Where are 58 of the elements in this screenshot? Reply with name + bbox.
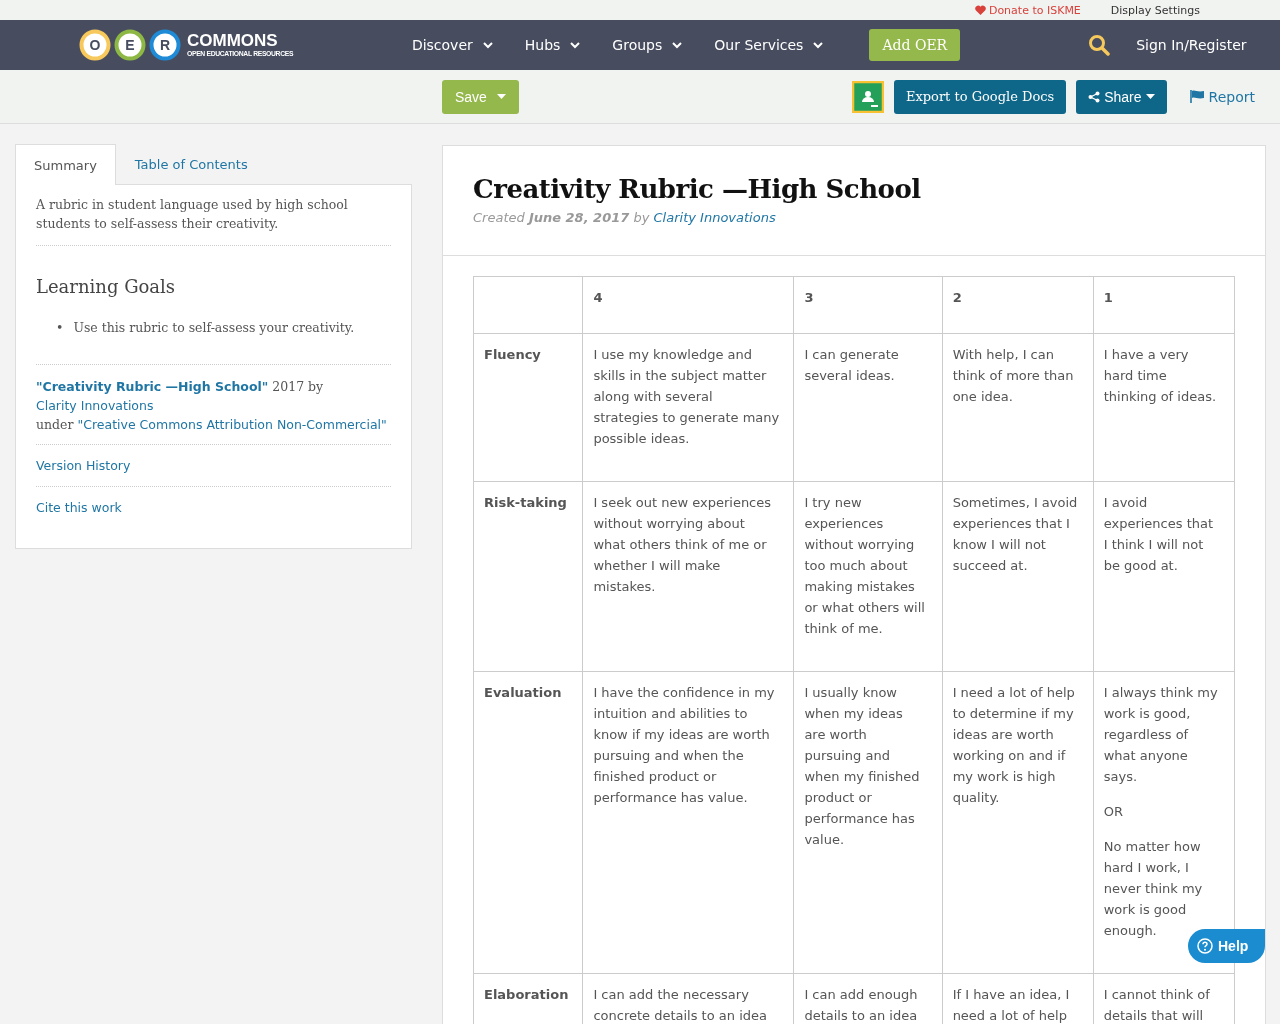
export-button[interactable]: Export to Google Docs: [893, 79, 1067, 114]
help-button[interactable]: Help: [1188, 929, 1265, 963]
display-settings-link[interactable]: Display Settings: [1110, 3, 1200, 17]
chevron-down-icon: [482, 41, 493, 49]
sidebar-tab[interactable]: Summary: [15, 144, 116, 185]
sidebar-link[interactable]: Version History: [36, 458, 131, 473]
column-header: 4: [582, 276, 794, 334]
logo[interactable]: O E R COMMONS OPEN EDUCATIONAL RESOURCES: [82, 29, 312, 61]
criterion-cell: Risk-taking: [473, 481, 583, 672]
heart-icon: [974, 5, 986, 15]
learning-goals-heading: Learning Goals: [36, 276, 177, 297]
nav-menu[interactable]: Our Services: [714, 37, 824, 53]
report-link[interactable]: Report: [1189, 88, 1255, 105]
column-header: 1: [1093, 276, 1235, 334]
chevron-down-icon: [672, 41, 683, 49]
classroom-icon[interactable]: [851, 80, 884, 113]
caret-icon: [496, 94, 506, 99]
table-cell: I use my knowledge and skills in the subject matter along with several strategies to generate many possible ideas.: [582, 333, 794, 482]
criterion-cell: Evaluation: [473, 671, 583, 974]
help-icon: [1197, 938, 1213, 954]
table-cell: I try new experiences without worrying too much about making mistakes or what others will think of me.: [793, 481, 943, 672]
column-header: 2: [942, 276, 1094, 334]
sidebar-tab[interactable]: Table of Contents: [115, 144, 267, 184]
table-cell: I avoid experiences that I think I will not be good at.: [1093, 481, 1235, 672]
table-cell: With help, I can think of more than one idea.: [942, 333, 1094, 482]
donate-link[interactable]: Donate to ISKME: [974, 3, 1081, 17]
resource-link[interactable]: "Creativity Rubric —High School": [36, 379, 269, 394]
author-link[interactable]: Clarity Innovations: [36, 398, 154, 413]
chevron-down-icon: [570, 41, 581, 49]
flag-icon: [1189, 90, 1205, 103]
table-cell: I have a very hard time thinking of ideas.: [1093, 333, 1235, 482]
license-link[interactable]: "Creative Commons Attribution Non-Commercial": [77, 417, 387, 432]
nav-menu[interactable]: Discover: [411, 37, 493, 53]
author-link[interactable]: Clarity Innovations: [653, 210, 776, 225]
criterion-cell: Fluency: [473, 333, 583, 482]
table-cell: I have the confidence in my intuition and abilities to know if my ideas are worth pursuing and when the finished product or performance has value.: [582, 671, 794, 974]
resource-title: Creativity Rubric —High School: [473, 174, 922, 204]
table-cell: Sometimes, I avoid experiences that I know I will not succeed at.: [942, 481, 1094, 672]
share-button[interactable]: Share: [1076, 79, 1167, 114]
column-header: 3: [793, 276, 943, 334]
sign-in-link[interactable]: Sign In/Register: [1136, 37, 1247, 53]
nav-menu[interactable]: Groups: [612, 37, 683, 53]
created-line: Created June 28, 2017 by Clarity Innovations: [473, 210, 777, 225]
nav-menu[interactable]: Hubs: [524, 37, 581, 53]
sidebar-link[interactable]: Cite this work: [36, 500, 122, 515]
table-cell: I usually know when my ideas are worth pursuing and when my finished product or performance has value.: [793, 671, 943, 974]
summary-text: A rubric in student language used by high school students to self-assess their creativity.: [36, 195, 391, 246]
bullet: •: [56, 319, 64, 337]
criterion-cell: Elaboration: [473, 973, 583, 1024]
learning-goal: Use this rubric to self-assess your creativity.: [73, 319, 355, 337]
table-cell: I seek out new experiences without worrying about what others think of me or whether I will make mistakes.: [582, 481, 794, 672]
chevron-down-icon: [813, 41, 824, 49]
attribution-text: "Creativity Rubric —High School" 2017 by Clarity Innovations under "Creative Commons Attribution Non-Commercial": [36, 365, 391, 445]
table-cell: I can generate several ideas.: [793, 333, 943, 482]
share-icon: [1088, 90, 1101, 103]
caret-icon: [1145, 94, 1155, 99]
table-cell: I need a lot of help to determine if my ideas are worth working on and if my work is high quality.: [942, 671, 1094, 974]
search-icon[interactable]: [1088, 34, 1111, 56]
